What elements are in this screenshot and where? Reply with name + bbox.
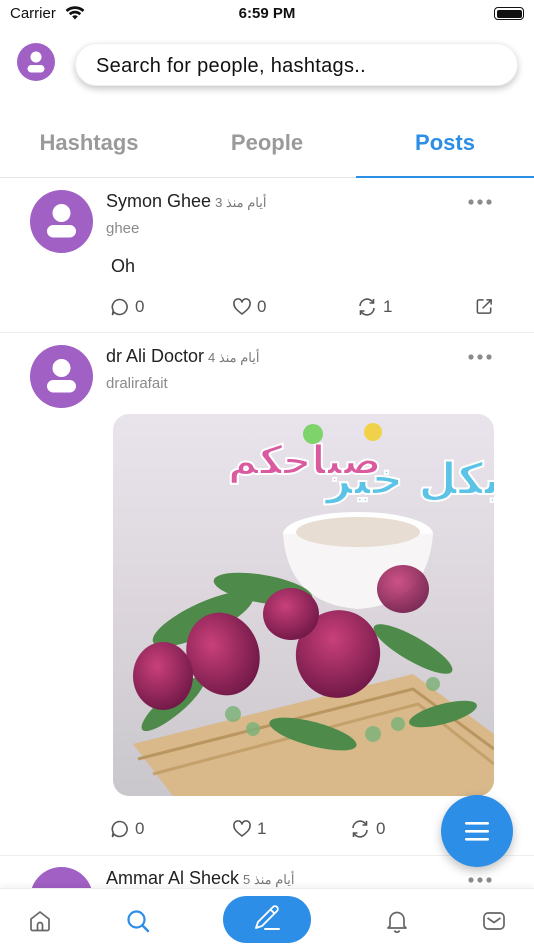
user-icon: [47, 204, 76, 238]
post-avatar[interactable]: [30, 190, 93, 253]
author-name: Symon Ghee: [106, 191, 212, 211]
author-handle: ghee: [106, 220, 140, 237]
repost-icon: [352, 820, 368, 838]
search-icon[interactable]: [125, 908, 151, 934]
bottom-nav: [0, 888, 534, 950]
like-count: 0: [257, 297, 267, 316]
menu-fab-button[interactable]: [441, 795, 513, 867]
like-count: 1: [257, 819, 267, 838]
status-bar: Carrier 6:59 PM: [0, 0, 534, 30]
heart-icon: [233, 298, 251, 315]
post-author[interactable]: Symon Ghee أيام منذ 3: [106, 191, 266, 212]
profile-avatar[interactable]: [17, 43, 55, 81]
tab-bar: Hashtags People Posts: [0, 120, 534, 178]
repost-count: 0: [376, 819, 386, 838]
tab-posts[interactable]: Posts: [356, 130, 534, 156]
menu-icon: [465, 822, 489, 841]
like-button[interactable]: 0: [232, 296, 266, 318]
flowers-photo: صباحكم بكل خير: [113, 414, 494, 796]
post-author[interactable]: dr Ali Doctor أيام منذ 4: [106, 346, 259, 367]
comment-button[interactable]: 0: [110, 296, 144, 318]
repost-icon: [359, 298, 375, 316]
comment-count: 0: [135, 819, 145, 838]
post-timestamp: أيام منذ 4: [208, 350, 260, 365]
comment-icon: [111, 298, 128, 316]
clock: 6:59 PM: [238, 5, 296, 22]
bell-icon[interactable]: [384, 908, 410, 934]
heart-icon: [233, 820, 251, 837]
comment-icon: [111, 820, 128, 838]
comment-button[interactable]: 0: [110, 818, 144, 840]
user-icon: [27, 51, 45, 73]
post-avatar[interactable]: [30, 345, 93, 408]
more-options-icon[interactable]: [466, 351, 494, 363]
like-button[interactable]: 1: [232, 818, 266, 840]
compose-button[interactable]: [223, 896, 311, 943]
tab-hashtags[interactable]: Hashtags: [0, 130, 178, 156]
more-options-icon[interactable]: [466, 874, 494, 886]
repost-count: 1: [383, 297, 393, 316]
author-name: Ammar Al Sheck: [106, 868, 240, 888]
active-tab-indicator: [356, 176, 534, 178]
search-input[interactable]: Search for people, hashtags..: [75, 43, 518, 86]
share-icon[interactable]: [475, 297, 494, 316]
repost-button[interactable]: 0: [349, 818, 385, 840]
more-options-icon[interactable]: [466, 196, 494, 208]
post-divider: [0, 332, 534, 333]
tab-people[interactable]: People: [178, 130, 356, 156]
author-handle: dralirafait: [106, 375, 168, 392]
repost-button[interactable]: 1: [356, 296, 392, 318]
post-image[interactable]: صباحكم بكل خير: [113, 414, 494, 796]
author-name: dr Ali Doctor: [106, 346, 205, 366]
post-author[interactable]: Ammar Al Sheck أيام منذ 5: [106, 868, 294, 889]
post-timestamp: أيام منذ 3: [215, 195, 267, 210]
battery-icon: [494, 7, 524, 20]
user-icon: [47, 359, 76, 393]
post-timestamp: أيام منذ 5: [243, 872, 295, 887]
comment-count: 0: [135, 297, 145, 316]
search-placeholder: Search for people, hashtags..: [96, 55, 366, 77]
image-caption-2: بكل خير: [324, 454, 494, 505]
post-text: Oh: [111, 256, 136, 276]
home-icon[interactable]: [27, 908, 53, 934]
pencil-icon: [255, 905, 280, 930]
mail-icon[interactable]: [481, 908, 507, 934]
